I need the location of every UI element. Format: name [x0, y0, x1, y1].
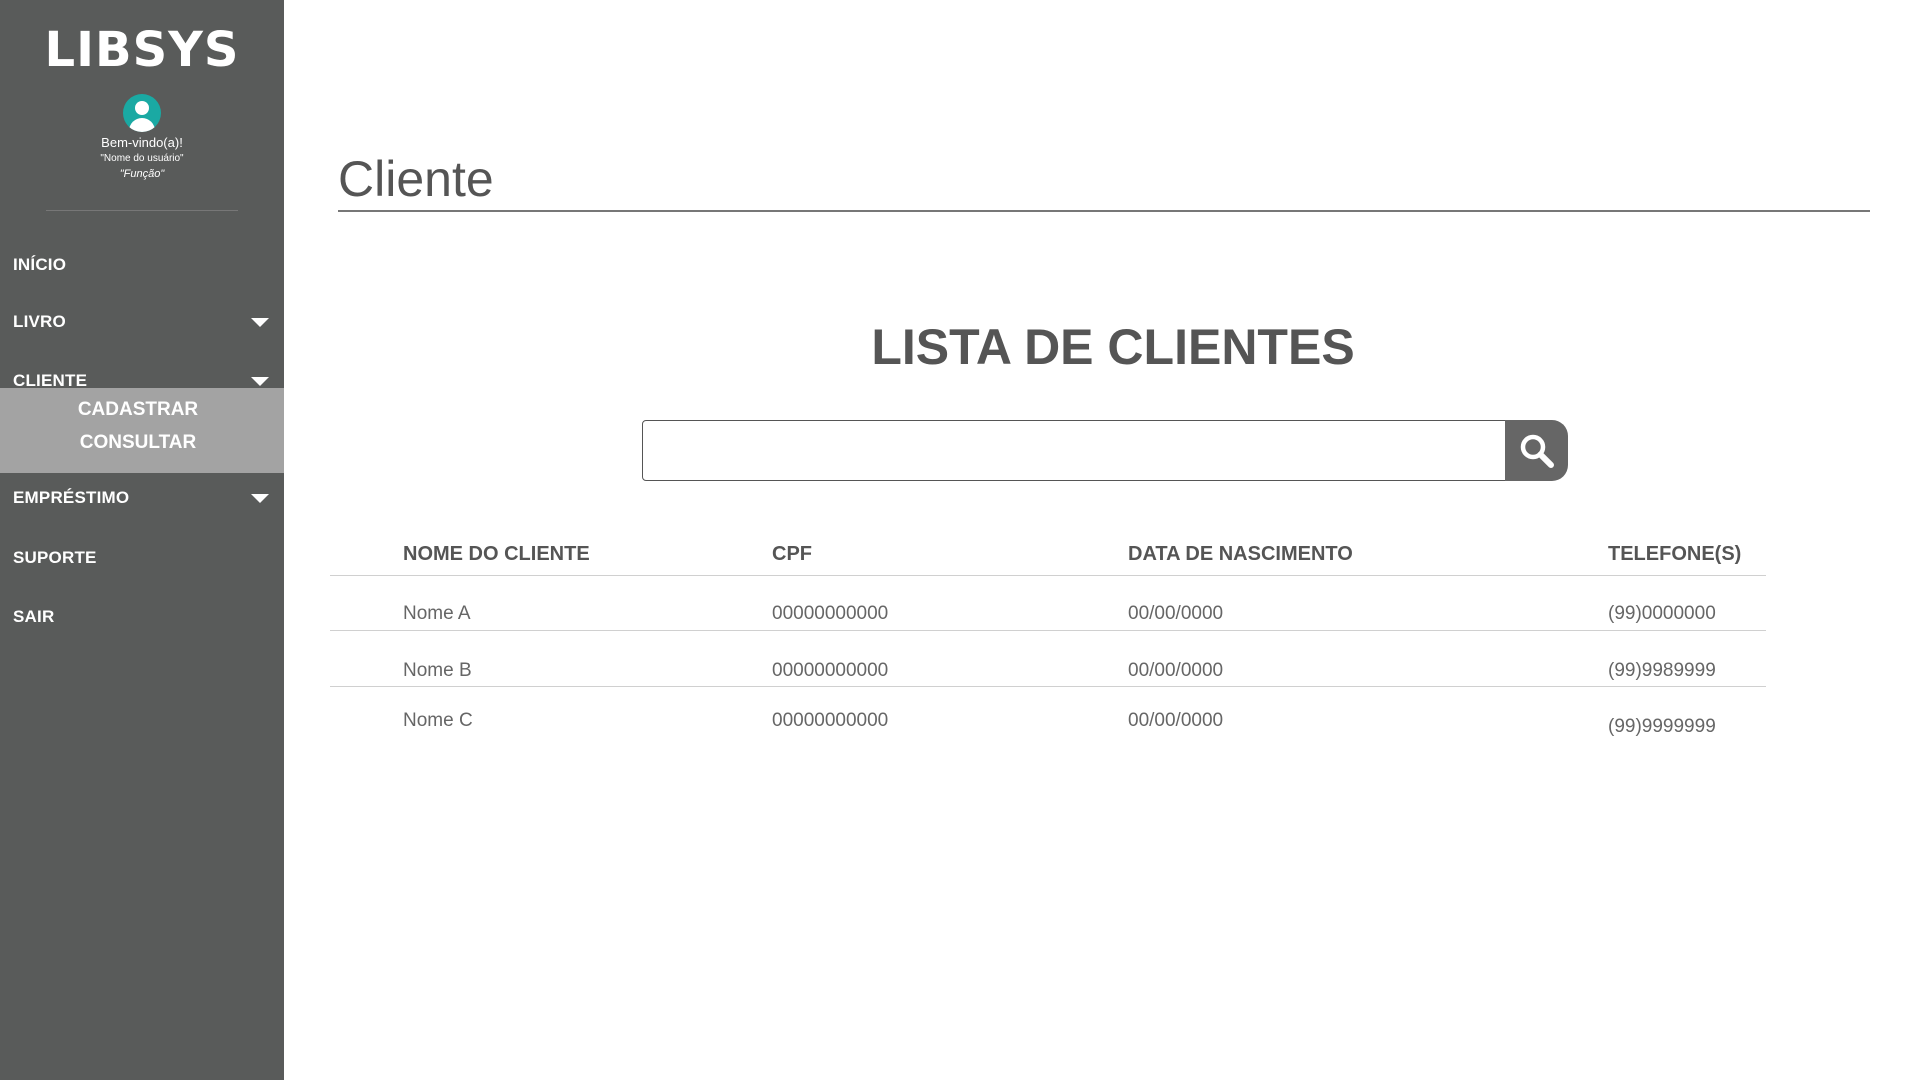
cell-telefone: (99)9989999 — [1608, 660, 1716, 681]
col-header-cpf: CPF — [772, 543, 812, 565]
sidebar: LIBSYS Bem-vindo(a)! "Nome do usuário" "… — [0, 0, 284, 1080]
page-title: Cliente — [338, 151, 494, 207]
sidebar-item-label: INÍCIO — [13, 255, 67, 274]
sidebar-item-emprestimo[interactable]: EMPRÉSTIMO — [0, 478, 284, 518]
row-divider — [330, 686, 1766, 687]
sidebar-item-label: SAIR — [13, 607, 55, 626]
cell-nascimento: 00/00/0000 — [1128, 660, 1224, 681]
cell-nome: Nome B — [403, 660, 472, 681]
cell-telefone: (99)9999999 — [1608, 716, 1716, 737]
row-divider — [330, 630, 1766, 631]
welcome-text: Bem-vindo(a)! — [101, 135, 183, 150]
sidebar-item-sair[interactable]: SAIR — [0, 597, 284, 637]
brand-logo: LIBSYS — [44, 22, 240, 78]
cell-nascimento: 00/00/0000 — [1128, 710, 1224, 731]
sidebar-item-label: SUPORTE — [13, 548, 97, 567]
search-input[interactable] — [642, 420, 1508, 481]
cell-cpf: 00000000000 — [772, 660, 889, 681]
search-button[interactable] — [1505, 420, 1568, 481]
caret-down-icon — [251, 377, 269, 386]
user-name: "Nome do usuário" — [100, 153, 184, 164]
cell-nome: Nome C — [403, 710, 473, 731]
cell-cpf: 00000000000 — [772, 603, 889, 624]
user-avatar-icon — [123, 94, 161, 132]
cell-nome: Nome A — [403, 603, 471, 624]
cell-cpf: 00000000000 — [772, 710, 889, 731]
submenu-item-consultar[interactable]: CONSULTAR — [0, 432, 276, 454]
sidebar-item-suporte[interactable]: SUPORTE — [0, 538, 284, 578]
col-header-telefone: TELEFONE(S) — [1608, 543, 1742, 565]
cell-nascimento: 00/00/0000 — [1128, 603, 1224, 624]
submenu-item-cadastrar[interactable]: CADASTRAR — [0, 399, 276, 421]
cliente-submenu: CADASTRAR CONSULTAR — [0, 388, 284, 473]
sidebar-item-inicio[interactable]: INÍCIO — [0, 245, 284, 285]
caret-down-icon — [251, 494, 269, 503]
list-title: LISTA DE CLIENTES — [871, 319, 1355, 375]
cell-telefone: (99)0000000 — [1608, 603, 1716, 624]
user-role: "Função" — [119, 168, 165, 180]
col-header-nascimento: DATA DE NASCIMENTO — [1128, 543, 1353, 565]
sidebar-divider — [46, 210, 238, 211]
sidebar-item-label: EMPRÉSTIMO — [13, 488, 130, 507]
header-divider — [330, 575, 1766, 576]
title-divider — [338, 210, 1870, 212]
search-icon — [1520, 434, 1554, 468]
col-header-nome: NOME DO CLIENTE — [403, 543, 590, 565]
